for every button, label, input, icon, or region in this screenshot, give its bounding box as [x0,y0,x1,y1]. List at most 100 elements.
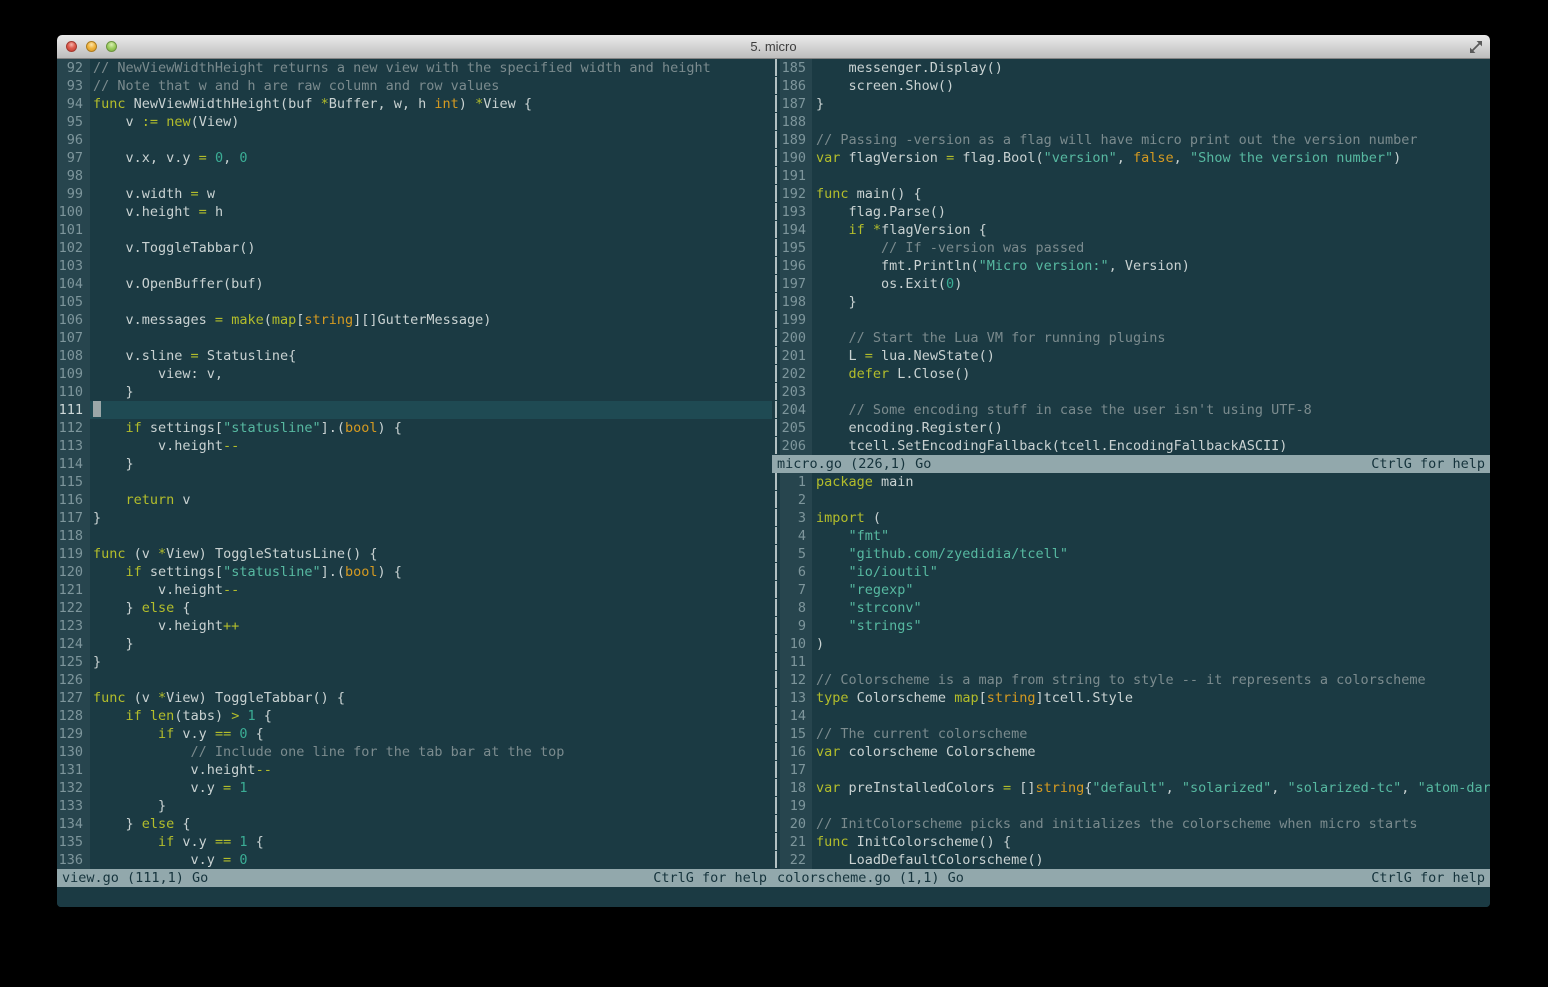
code-line[interactable]: 131 v.height-- [57,761,772,779]
code-line[interactable]: 200 // Start the Lua VM for running plug… [772,329,1490,347]
code-line[interactable]: 197 os.Exit(0) [772,275,1490,293]
line-number: 9 [780,617,812,635]
code-line[interactable]: 103 [57,257,772,275]
code-line[interactable]: 94func NewViewWidthHeight(buf *Buffer, w… [57,95,772,113]
pane-colorscheme-go[interactable]: 1package main23import (4 "fmt"5 "github.… [772,473,1490,869]
split-divider [772,635,780,653]
code-line[interactable]: 186 screen.Show() [772,77,1490,95]
code-line[interactable]: 130 // Include one line for the tab bar … [57,743,772,761]
split-divider [772,437,780,455]
code-line[interactable]: 17 [772,761,1490,779]
code-line[interactable]: 135 if v.y == 1 { [57,833,772,851]
code-line[interactable]: 118 [57,527,772,545]
command-line[interactable] [57,887,1490,907]
code-line[interactable]: 2 [772,491,1490,509]
code-line[interactable]: 128 if len(tabs) > 1 { [57,707,772,725]
code-line[interactable]: 195 // If -version was passed [772,239,1490,257]
code-line[interactable]: 6 "io/ioutil" [772,563,1490,581]
code-line[interactable]: 95 v := new(View) [57,113,772,131]
code-line[interactable]: 206 tcell.SetEncodingFallback(tcell.Enco… [772,437,1490,455]
code-line[interactable]: 193 flag.Parse() [772,203,1490,221]
code-line[interactable]: 201 L = lua.NewState() [772,347,1490,365]
code-line[interactable]: 106 v.messages = make(map[string][]Gutte… [57,311,772,329]
code-line[interactable]: 129 if v.y == 0 { [57,725,772,743]
code-line[interactable]: 199 [772,311,1490,329]
code-line[interactable]: 4 "fmt" [772,527,1490,545]
code-line[interactable]: 18var preInstalledColors = []string{"def… [772,779,1490,797]
code-line[interactable]: 7 "regexp" [772,581,1490,599]
window-titlebar[interactable]: 5. micro [57,35,1490,59]
code-line[interactable]: 100 v.height = h [57,203,772,221]
code-line[interactable]: 122 } else { [57,599,772,617]
code-line[interactable]: 121 v.height-- [57,581,772,599]
code-line[interactable]: 13type Colorscheme map[string]tcell.Styl… [772,689,1490,707]
code-line[interactable]: 192func main() { [772,185,1490,203]
code-line[interactable]: 92// NewViewWidthHeight returns a new vi… [57,59,772,77]
code-line[interactable]: 202 defer L.Close() [772,365,1490,383]
code-line[interactable]: 185 messenger.Display() [772,59,1490,77]
code-line[interactable]: 97 v.x, v.y = 0, 0 [57,149,772,167]
code-line[interactable]: 105 [57,293,772,311]
code-line[interactable]: 1package main [772,473,1490,491]
code-line[interactable]: 187} [772,95,1490,113]
code-line[interactable]: 101 [57,221,772,239]
code-line[interactable]: 119func (v *View) ToggleStatusLine() { [57,545,772,563]
code-line[interactable]: 120 if settings["statusline"].(bool) { [57,563,772,581]
code-line[interactable]: 109 view: v, [57,365,772,383]
code-line[interactable]: 9 "strings" [772,617,1490,635]
code-line[interactable]: 112 if settings["statusline"].(bool) { [57,419,772,437]
code-line[interactable]: 11 [772,653,1490,671]
code-line[interactable]: 125} [57,653,772,671]
code-line[interactable]: 93// Note that w and h are raw column an… [57,77,772,95]
code-line[interactable]: 132 v.y = 1 [57,779,772,797]
code-line[interactable]: 134 } else { [57,815,772,833]
code-line[interactable]: 108 v.sline = Statusline{ [57,347,772,365]
code-line[interactable]: 5 "github.com/zyedidia/tcell" [772,545,1490,563]
code-line[interactable]: 16var colorscheme Colorscheme [772,743,1490,761]
code-line[interactable]: 113 v.height-- [57,437,772,455]
line-number: 203 [780,383,812,401]
code-line[interactable]: 127func (v *View) ToggleTabbar() { [57,689,772,707]
code-line[interactable]: 136 v.y = 0 [57,851,772,869]
code-line[interactable]: 198 } [772,293,1490,311]
code-line[interactable]: 10) [772,635,1490,653]
code-line[interactable]: 104 v.OpenBuffer(buf) [57,275,772,293]
code-line[interactable]: 204 // Some encoding stuff in case the u… [772,401,1490,419]
code-line[interactable]: 189// Passing -version as a flag will ha… [772,131,1490,149]
code-line[interactable]: 22 LoadDefaultColorscheme() [772,851,1490,869]
code-line[interactable]: 203 [772,383,1490,401]
code-line[interactable]: 3import ( [772,509,1490,527]
code-line[interactable]: 8 "strconv" [772,599,1490,617]
code-line[interactable]: 102 v.ToggleTabbar() [57,239,772,257]
code-line[interactable]: 190var flagVersion = flag.Bool("version"… [772,149,1490,167]
code-line[interactable]: 107 [57,329,772,347]
code-text: screen.Show() [812,77,1490,95]
code-line[interactable]: 115 [57,473,772,491]
code-line[interactable]: 124 } [57,635,772,653]
code-line[interactable]: 133 } [57,797,772,815]
code-line[interactable]: 110 } [57,383,772,401]
code-line[interactable]: 194 if *flagVersion { [772,221,1490,239]
code-line[interactable]: 123 v.height++ [57,617,772,635]
code-line[interactable]: 126 [57,671,772,689]
pane-micro-go[interactable]: 185 messenger.Display()186 screen.Show()… [772,59,1490,455]
code-line[interactable]: 117} [57,509,772,527]
code-line[interactable]: 114 } [57,455,772,473]
code-line[interactable]: 14 [772,707,1490,725]
code-line[interactable]: 111 [57,401,772,419]
expand-arrows-icon[interactable] [1469,40,1483,54]
code-line[interactable]: 191 [772,167,1490,185]
code-line[interactable]: 12// Colorscheme is a map from string to… [772,671,1490,689]
code-line[interactable]: 116 return v [57,491,772,509]
code-line[interactable]: 98 [57,167,772,185]
code-line[interactable]: 15// The current colorscheme [772,725,1490,743]
pane-view-go[interactable]: 92// NewViewWidthHeight returns a new vi… [57,59,772,869]
code-line[interactable]: 205 encoding.Register() [772,419,1490,437]
code-line[interactable]: 19 [772,797,1490,815]
code-line[interactable]: 96 [57,131,772,149]
code-line[interactable]: 20// InitColorscheme picks and initializ… [772,815,1490,833]
code-line[interactable]: 196 fmt.Println("Micro version:", Versio… [772,257,1490,275]
code-line[interactable]: 21func InitColorscheme() { [772,833,1490,851]
code-line[interactable]: 188 [772,113,1490,131]
code-line[interactable]: 99 v.width = w [57,185,772,203]
